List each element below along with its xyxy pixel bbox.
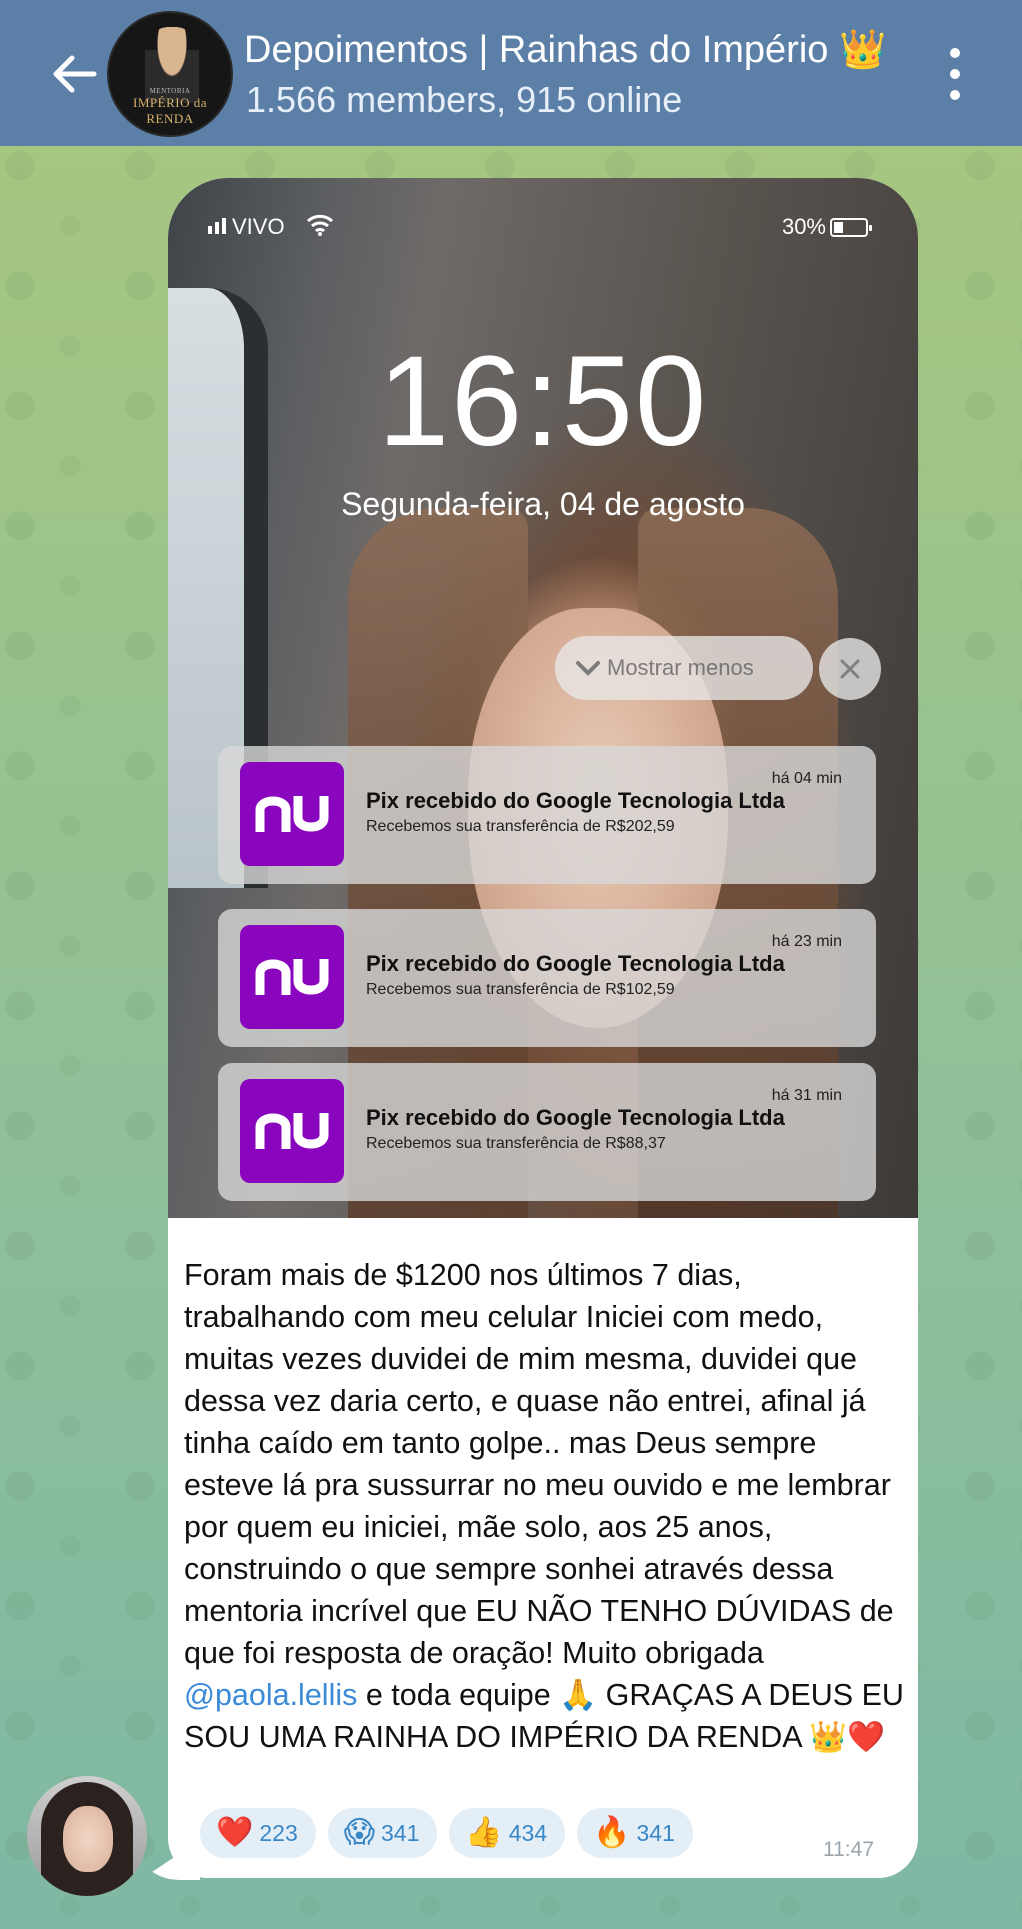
notification-title: Pix recebido do Google Tecnologia Ltda [366,951,785,976]
carrier-label: VIVO [232,214,285,239]
message-bubble[interactable]: VIVO 30% 16:50 Segunda-feira, 04 de agos… [168,178,918,1878]
notification-body: Recebemos sua transferência de R$102,59 [366,981,675,998]
message-photo[interactable]: VIVO 30% 16:50 Segunda-feira, 04 de agos… [168,178,918,1218]
close-icon [840,659,860,679]
notification-time: há 23 min [771,933,842,950]
reaction-count: 341 [381,1819,420,1846]
message-text-part: Foram mais de $1200 nos últimos 7 dias, … [184,1258,894,1670]
show-less-label: Mostrar menos [607,655,754,680]
notification-title: Pix recebido do Google Tecnologia Ltda [366,788,785,813]
more-options-button[interactable] [937,48,973,100]
chat-title[interactable]: Depoimentos | Rainhas do Império 👑 [244,28,886,72]
nubank-app-icon [240,1079,344,1183]
signal-icon [208,218,226,234]
notification-card: há 31 min Pix recebido do Google Tecnolo… [218,1063,876,1201]
fire-icon: 🔥 [593,1816,631,1849]
lockscreen-time: 16:50 [377,330,709,473]
arrow-left-icon [53,55,97,93]
reaction-count: 223 [259,1819,298,1846]
battery-icon [830,218,872,237]
avatar-brand: IMPÉRIO da RENDA [133,95,207,126]
notification-card: há 04 min Pix recebido do Google Tecnolo… [218,746,876,884]
group-avatar[interactable]: MENTORIA IMPÉRIO da RENDA [107,11,233,137]
message-text: Foram mais de $1200 nos últimos 7 dias, … [184,1254,904,1758]
sender-avatar[interactable] [27,1776,147,1896]
back-button[interactable] [46,46,102,102]
message-timestamp: 11:47 [823,1838,874,1861]
heart-icon: ❤️ [216,1816,254,1849]
nubank-app-icon [240,762,344,866]
dot-icon [950,90,960,100]
lockscreen-date: Segunda-feira, 04 de agosto [341,486,745,522]
notification-time: há 31 min [771,1087,842,1104]
notification-body: Recebemos sua transferência de R$88,37 [366,1135,666,1152]
chat-member-count: 1.566 members, 915 online [246,79,683,120]
phone-status-bar: VIVO 30% [208,214,878,242]
avatar-face [63,1806,113,1872]
reaction-count: 434 [508,1819,548,1846]
wifi-icon [307,214,333,236]
notification-body: Recebemos sua transferência de R$202,59 [366,818,675,835]
scream-face-icon: 😱 [343,1816,376,1849]
thumbs-up-icon: 👍 [465,1816,503,1849]
user-mention-link[interactable]: @paola.lellis [184,1678,357,1712]
chevron-down-icon [576,661,600,676]
close-notifications-button [819,638,881,700]
nubank-app-icon [240,925,344,1029]
reaction-heart[interactable]: ❤️ 223 [200,1808,316,1858]
avatar-brand-top: MENTORIA [149,87,191,95]
reaction-thumbs-up[interactable]: 👍 434 [449,1808,566,1858]
reaction-scream[interactable]: 😱 341 [327,1808,438,1858]
show-less-button: Mostrar menos [555,636,813,700]
notification-title: Pix recebido do Google Tecnologia Ltda [366,1105,785,1130]
reaction-count: 341 [636,1819,675,1846]
dot-icon [950,48,960,58]
battery-percent: 30% [781,214,826,239]
notification-card: há 23 min Pix recebido do Google Tecnolo… [218,909,876,1047]
reactions-bar: ❤️ 223 😱 341 👍 434 🔥 341 [200,1808,693,1858]
reaction-fire[interactable]: 🔥 341 [577,1808,693,1858]
dot-icon [950,69,960,79]
chat-header: MENTORIA IMPÉRIO da RENDA Depoimentos | … [0,0,1022,146]
notification-time: há 04 min [771,770,842,787]
